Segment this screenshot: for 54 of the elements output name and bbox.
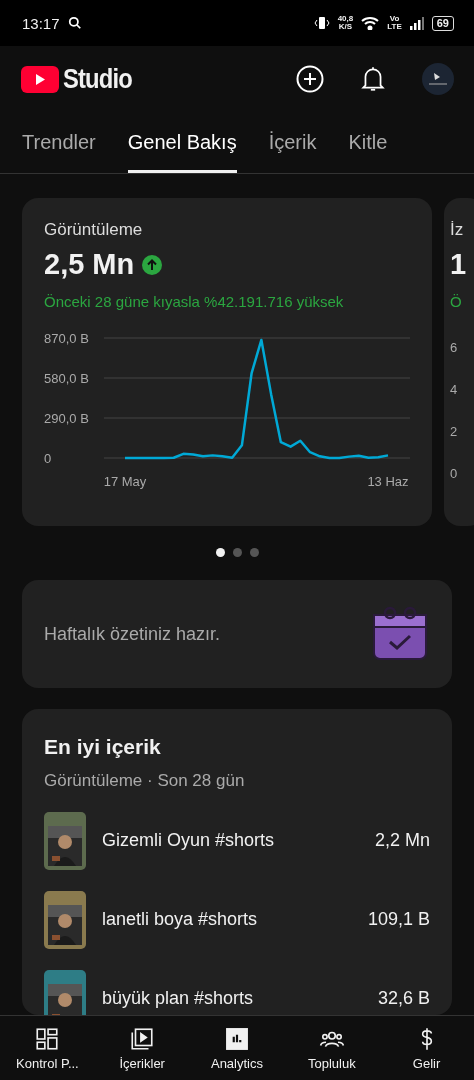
- card-title: İz: [450, 220, 465, 240]
- page-dot[interactable]: [249, 547, 259, 557]
- section-title: En iyi içerik: [44, 735, 162, 759]
- section-subtitle: Görüntüleme · Son 28 gün: [44, 771, 246, 791]
- video-title[interactable]: lanetli boya #shorts: [102, 909, 352, 930]
- page-dot[interactable]: [232, 547, 242, 557]
- video-title[interactable]: Gizemli Oyun #shorts: [102, 830, 359, 851]
- add-icon[interactable]: [296, 65, 324, 93]
- view-count: 2,2 Mn: [374, 830, 430, 851]
- video-title[interactable]: büyük plan #shorts: [102, 988, 362, 1009]
- views-card[interactable]: Görüntüleme 2,5 Mn Önceki 28 güne kıyasla %42.191.716 yüksek 870,0 B 580,0 B 290,0 B 0 17 May 13 Haz: [22, 198, 432, 526]
- axis-label: 13 Haz: [367, 474, 409, 489]
- axis-label: 0: [44, 451, 52, 466]
- axis-label: 17 May: [103, 474, 147, 489]
- axis-label: 2: [450, 424, 459, 439]
- nav-item[interactable]: Gelir: [379, 1016, 474, 1080]
- wifi-icon: [361, 16, 380, 30]
- comparison-text: Ö: [450, 293, 463, 310]
- tab[interactable]: Genel Bakış: [127, 112, 237, 173]
- volte-label: Vo LTE: [387, 15, 402, 31]
- bell-icon[interactable]: [360, 65, 386, 93]
- axis-label: 290,0 B: [44, 411, 89, 426]
- summary-card[interactable]: Haftalık özetiniz hazır.: [22, 580, 452, 688]
- play-logo-icon: [21, 65, 59, 93]
- signal-icon: [409, 16, 424, 30]
- avatar[interactable]: [422, 63, 454, 95]
- page-dot[interactable]: [215, 547, 225, 557]
- app-title: Studio: [63, 63, 132, 95]
- watch-time-card[interactable]: İz 1 Ö 6 4 2 0: [444, 198, 474, 526]
- metric-value: 1: [450, 248, 468, 281]
- nav-item[interactable]: İçerikler: [94, 1016, 190, 1080]
- search-icon: [67, 16, 82, 30]
- card-title: Görüntüleme: [44, 220, 144, 240]
- vibrate-icon: [313, 16, 330, 30]
- axis-label: 0: [450, 466, 459, 481]
- nav-item[interactable]: Kontrol P...: [0, 1016, 95, 1080]
- axis-label: 6: [450, 340, 459, 355]
- clock: 13:17: [22, 14, 60, 32]
- tab[interactable]: Trendler: [22, 112, 96, 173]
- network-speed: 40,8 K/S: [337, 15, 354, 31]
- comparison-text: Önceki 28 güne kıyasla %42.191.716 yüksek: [44, 293, 345, 310]
- axis-label: 4: [450, 382, 459, 397]
- view-count: 109,1 B: [367, 909, 430, 930]
- battery-level: 69: [431, 15, 454, 31]
- view-count: 32,6 B: [377, 988, 430, 1009]
- axis-label: 870,0 B: [44, 331, 89, 346]
- summary-text: Haftalık özetiniz hazır.: [44, 623, 221, 645]
- nav-item[interactable]: Topluluk: [284, 1016, 380, 1080]
- tab[interactable]: Kitle: [348, 112, 388, 173]
- axis-label: 580,0 B: [44, 371, 89, 386]
- tab[interactable]: İçerik: [268, 112, 317, 173]
- calendar-check-icon: [370, 605, 430, 663]
- nav-item[interactable]: Analytics: [189, 1016, 285, 1080]
- metric-value: 2,5 Mn: [44, 248, 135, 281]
